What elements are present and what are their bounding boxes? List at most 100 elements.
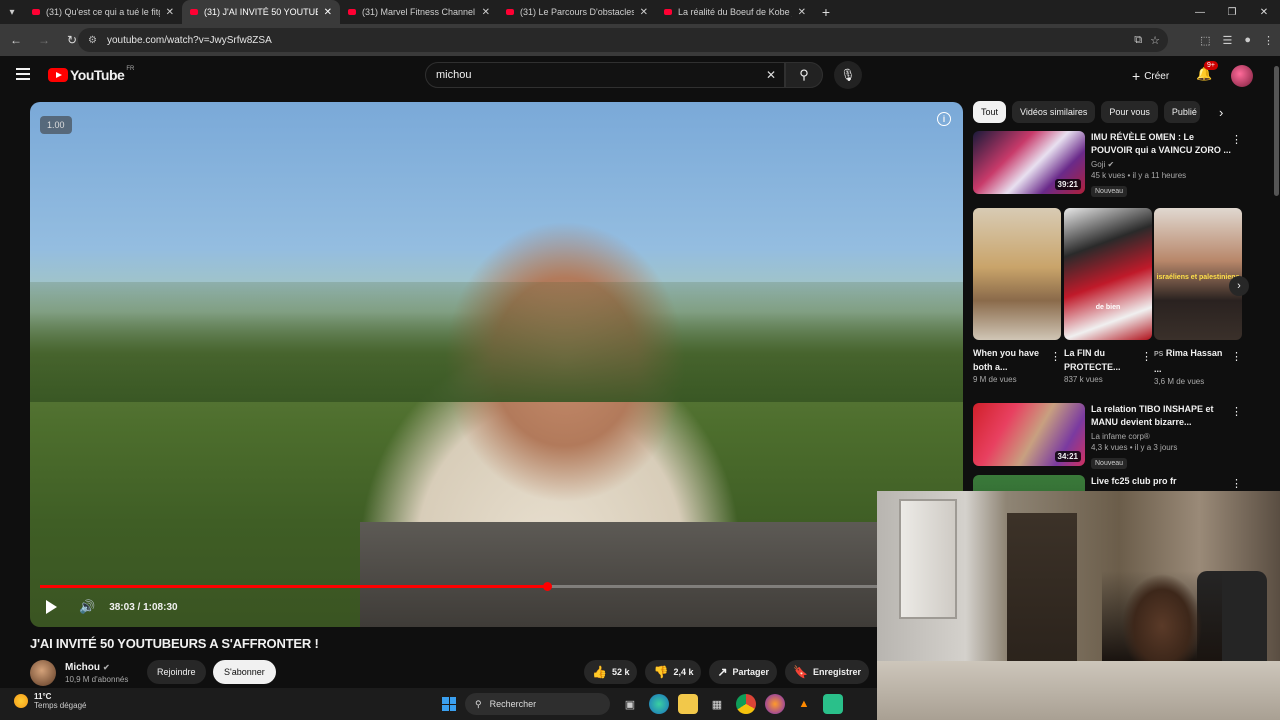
search-input[interactable]: michou ✕ bbox=[425, 62, 785, 88]
scrubber-handle[interactable] bbox=[542, 582, 552, 591]
more-options-icon[interactable]: ⋮ bbox=[1231, 477, 1242, 490]
browser-menu-icon[interactable]: ⋮ bbox=[1263, 34, 1274, 47]
minimize-icon[interactable]: — bbox=[1184, 0, 1216, 24]
share-button[interactable]: ↗ Partager bbox=[709, 660, 778, 684]
play-icon[interactable] bbox=[46, 600, 57, 614]
video-title[interactable]: Live fc25 club pro fr bbox=[1091, 475, 1231, 488]
chip-for-you[interactable]: Pour vous bbox=[1101, 101, 1158, 123]
youtube-favicon-icon bbox=[190, 9, 198, 15]
cast-icon[interactable]: ⧉ bbox=[1134, 34, 1142, 47]
create-button[interactable]: + Créer bbox=[1126, 65, 1175, 87]
youtube-logo[interactable]: YouTube FR bbox=[48, 66, 134, 83]
firefox-icon[interactable] bbox=[765, 694, 785, 714]
short-item[interactable]: israéliens et palestiniens PS Rima Hassa… bbox=[1154, 208, 1242, 386]
shorts-next-chevron-icon[interactable]: › bbox=[1229, 276, 1249, 296]
progress-bar[interactable] bbox=[40, 582, 953, 591]
chip-all[interactable]: Tout bbox=[973, 101, 1007, 123]
close-tab-icon[interactable]: ✕ bbox=[640, 7, 648, 18]
close-tab-icon[interactable]: ✕ bbox=[798, 7, 806, 18]
recommended-video[interactable]: 39:21 IMU RÉVÈLE OMEN : Le POUVOIR qui a… bbox=[973, 131, 1263, 197]
more-options-icon[interactable]: ⋮ bbox=[1231, 350, 1242, 363]
new-badge: Nouveau bbox=[1091, 186, 1128, 197]
subscribe-button[interactable]: S'abonner bbox=[213, 660, 276, 684]
browser-tab[interactable]: (31) Qu'est ce qui a tué le fitge…✕ bbox=[24, 0, 182, 24]
windows-start-icon[interactable] bbox=[442, 697, 456, 711]
close-tab-icon[interactable]: ✕ bbox=[324, 7, 332, 18]
short-title[interactable]: PS Rima Hassan ... bbox=[1154, 346, 1226, 376]
back-icon[interactable]: ← bbox=[4, 28, 28, 52]
short-title[interactable]: When you have both a... bbox=[973, 346, 1045, 374]
short-item[interactable]: When you have both a... 9 M de vues ⋮ bbox=[973, 208, 1061, 384]
file-explorer-icon[interactable] bbox=[678, 694, 698, 714]
taskbar-search[interactable]: ⚲ Rechercher bbox=[465, 693, 610, 715]
short-item[interactable]: de bien La FIN du PROTECTE... 837 k vues… bbox=[1064, 208, 1152, 384]
search-button[interactable]: ⚲ bbox=[785, 62, 823, 88]
save-button[interactable]: 🔖 Enregistrer bbox=[785, 660, 870, 684]
playback-speed-indicator: 1.00 bbox=[40, 116, 72, 134]
video-title[interactable]: La relation TIBO INSHAPE et MANU devient… bbox=[1091, 403, 1231, 429]
search-icon: ⚲ bbox=[475, 698, 482, 709]
volume-icon[interactable]: 🔊 bbox=[79, 599, 95, 615]
close-window-icon[interactable]: ✕ bbox=[1248, 0, 1280, 24]
chip-related[interactable]: Vidéos similaires bbox=[1012, 101, 1096, 123]
more-options-icon[interactable]: ⋮ bbox=[1050, 350, 1061, 363]
clear-search-icon[interactable]: ✕ bbox=[766, 68, 776, 82]
channel-name[interactable]: Michou bbox=[65, 662, 100, 673]
short-thumbnail[interactable] bbox=[973, 208, 1061, 340]
youtube-favicon-icon bbox=[506, 9, 514, 15]
tab-search-chevron-icon[interactable]: ▾ bbox=[0, 0, 24, 24]
video-title[interactable]: IMU RÉVÈLE OMEN : Le POUVOIR qui a VAINC… bbox=[1091, 131, 1231, 157]
thumbs-up-icon: 👍 bbox=[592, 665, 607, 679]
account-avatar[interactable] bbox=[1231, 65, 1253, 87]
task-view-icon[interactable]: ▣ bbox=[620, 694, 640, 714]
browser-tab[interactable]: (31) Marvel Fitness Channel - Y…✕ bbox=[340, 0, 498, 24]
bookmark-star-icon[interactable]: ☆ bbox=[1150, 34, 1160, 47]
video-duration: 39:21 bbox=[1054, 179, 1081, 190]
site-info-icon[interactable]: ⚙ bbox=[88, 35, 97, 46]
weather-widget[interactable]: 11°C Temps dégagé bbox=[14, 692, 86, 710]
close-tab-icon[interactable]: ✕ bbox=[166, 7, 174, 18]
more-options-icon[interactable]: ⋮ bbox=[1231, 405, 1242, 418]
voice-search-button[interactable]: 🎙 bbox=[834, 61, 862, 89]
short-views: 9 M de vues bbox=[973, 375, 1017, 384]
video-thumbnail[interactable]: 34:21 bbox=[973, 403, 1085, 466]
browser-tab-active[interactable]: (31) J'AI INVITÉ 50 YOUTUBEU…✕ bbox=[182, 0, 340, 24]
info-icon[interactable]: i bbox=[937, 112, 951, 126]
channel-name-row[interactable]: Michou ✔ bbox=[65, 662, 128, 673]
like-button[interactable]: 👍 52 k bbox=[584, 660, 638, 684]
notifications-button[interactable]: 🔔 9+ bbox=[1196, 61, 1218, 82]
address-bar[interactable]: ⚙ youtube.com/watch?v=JwySrfw8ZSA bbox=[78, 28, 1168, 52]
profile-icon[interactable]: ● bbox=[1244, 34, 1251, 46]
extensions-icon[interactable]: ⬚ bbox=[1200, 34, 1210, 47]
dislike-button[interactable]: 👎 2,4 k bbox=[645, 660, 702, 684]
short-thumbnail[interactable]: de bien bbox=[1064, 208, 1152, 340]
youtube-favicon-icon bbox=[664, 9, 672, 15]
recommended-video[interactable]: 34:21 La relation TIBO INSHAPE et MANU d… bbox=[973, 403, 1263, 469]
chrome-icon[interactable] bbox=[736, 694, 756, 714]
filter-chips: Tout Vidéos similaires Pour vous Publié bbox=[973, 101, 1200, 123]
vlc-icon[interactable]: ▲ bbox=[794, 694, 814, 714]
more-options-icon[interactable]: ⋮ bbox=[1141, 350, 1152, 363]
time-display: 38:03 / 1:08:30 bbox=[109, 601, 178, 613]
store-icon[interactable]: ▦ bbox=[707, 694, 727, 714]
browser-tab[interactable]: (31) Le Parcours D'obstacles Le…✕ bbox=[498, 0, 656, 24]
app-icon[interactable] bbox=[823, 694, 843, 714]
scrollbar-thumb[interactable] bbox=[1274, 66, 1279, 196]
channel-avatar[interactable] bbox=[30, 660, 56, 686]
join-button[interactable]: Rejoindre bbox=[147, 660, 206, 684]
forward-icon[interactable]: → bbox=[32, 28, 56, 52]
chips-next-chevron-icon[interactable]: › bbox=[1219, 105, 1223, 120]
maximize-icon[interactable]: ❐ bbox=[1216, 0, 1248, 24]
short-title[interactable]: La FIN du PROTECTE... bbox=[1064, 346, 1136, 374]
video-player[interactable]: 1.00 i 🔊 38:03 / 1:08:30 ⏸ ▤ ⚙ bbox=[30, 102, 963, 627]
tab-groups-icon[interactable]: ☰ bbox=[1222, 34, 1232, 47]
chip-published[interactable]: Publié bbox=[1163, 101, 1200, 123]
browser-tab[interactable]: La réalité du Boeuf de Kobe jap…✕ bbox=[656, 0, 814, 24]
short-thumbnail[interactable]: israéliens et palestiniens bbox=[1154, 208, 1242, 340]
menu-icon[interactable] bbox=[16, 68, 30, 80]
close-tab-icon[interactable]: ✕ bbox=[482, 7, 490, 18]
more-options-icon[interactable]: ⋮ bbox=[1231, 133, 1242, 146]
video-thumbnail[interactable]: 39:21 bbox=[973, 131, 1085, 194]
edge-icon[interactable] bbox=[649, 694, 669, 714]
new-tab-button[interactable]: + bbox=[814, 4, 838, 20]
